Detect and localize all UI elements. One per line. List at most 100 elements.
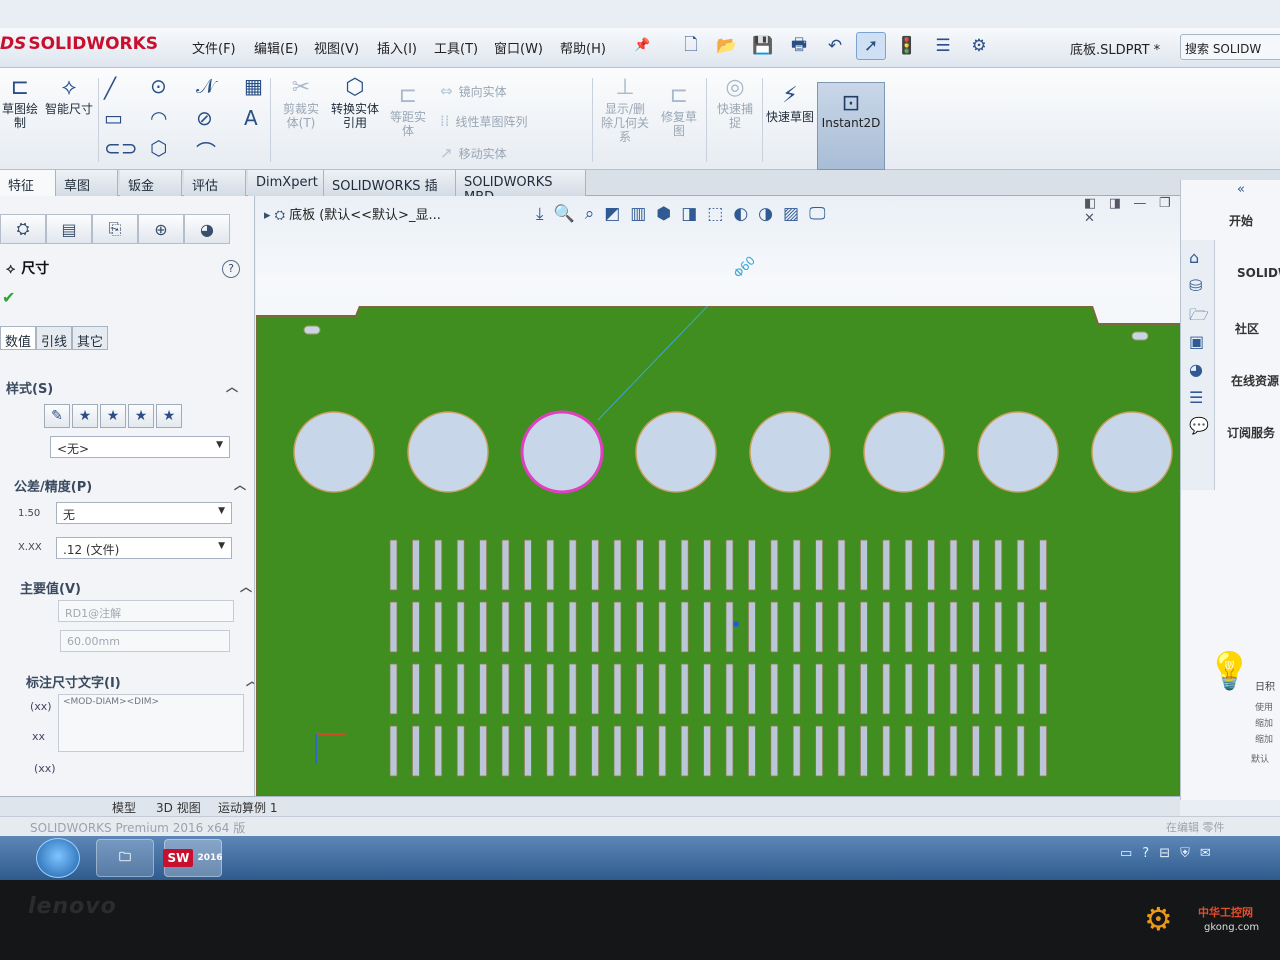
slot[interactable] bbox=[747, 725, 756, 777]
slot[interactable] bbox=[904, 601, 913, 653]
slot[interactable] bbox=[860, 539, 868, 591]
slot[interactable] bbox=[770, 539, 779, 591]
select-cursor-icon[interactable]: ➚ bbox=[856, 32, 886, 60]
slot[interactable] bbox=[591, 663, 600, 715]
slot[interactable] bbox=[546, 539, 555, 591]
display-manager-icon[interactable]: ◕ bbox=[184, 214, 230, 244]
new-file-icon[interactable]: 🗋 bbox=[676, 32, 706, 60]
slot[interactable] bbox=[479, 539, 488, 591]
graphics-area[interactable]: ▸ ⛭ 底板 (默认<<默认>_显... ⤓ 🔍 ⌕ ◩ ▥ ⬢ ◨ ⬚ ◐ ◑ … bbox=[256, 196, 1180, 796]
sketch-button[interactable]: ⊏ 草图绘制 bbox=[0, 74, 40, 130]
dynamic-annotation-icon[interactable]: ▥ bbox=[630, 204, 646, 224]
slot[interactable] bbox=[815, 601, 823, 653]
slot[interactable] bbox=[837, 663, 846, 715]
style-select[interactable]: <无> ▼ bbox=[50, 436, 230, 458]
slot[interactable] bbox=[635, 539, 644, 591]
feature-tree-icon[interactable]: ⛭ bbox=[0, 214, 46, 244]
dimension-name-field[interactable]: RD1@注解 bbox=[58, 600, 234, 622]
menu-file[interactable]: 文件(F) bbox=[192, 38, 236, 57]
slot[interactable] bbox=[434, 539, 443, 591]
linear-pattern-button[interactable]: ⁞⁞ 线性草图阵列 bbox=[440, 112, 528, 130]
slot[interactable] bbox=[591, 539, 600, 591]
hole[interactable] bbox=[407, 411, 489, 493]
repair-sketch-button[interactable]: ⊏ 修复草图 bbox=[656, 82, 702, 138]
tab-dimxpert[interactable]: DimXpert bbox=[248, 170, 324, 196]
slot[interactable] bbox=[770, 601, 779, 653]
tile-left-icon[interactable]: ◧ bbox=[1084, 196, 1096, 211]
slot[interactable] bbox=[523, 725, 532, 777]
slot[interactable] bbox=[1039, 601, 1047, 653]
slot[interactable] bbox=[613, 539, 622, 591]
collapse-pane-icon[interactable]: « bbox=[1237, 182, 1245, 197]
slot[interactable] bbox=[860, 601, 868, 653]
slot[interactable] bbox=[904, 539, 913, 591]
slot[interactable] bbox=[927, 725, 935, 777]
dimension-label[interactable]: Φ60 bbox=[731, 253, 758, 280]
design-library-icon[interactable]: ⛁ bbox=[1189, 276, 1202, 295]
center-dimension-icon[interactable]: xx bbox=[32, 730, 45, 743]
dimxpert-icon[interactable]: ⊕ bbox=[138, 214, 184, 244]
slot[interactable] bbox=[747, 539, 756, 591]
slot[interactable] bbox=[949, 663, 958, 715]
slot[interactable] bbox=[972, 663, 980, 715]
forum-icon[interactable]: 💬 bbox=[1189, 416, 1209, 435]
slot[interactable] bbox=[725, 725, 734, 777]
slot[interactable] bbox=[972, 725, 980, 777]
slot[interactable] bbox=[1039, 539, 1047, 591]
slot[interactable] bbox=[411, 539, 420, 591]
property-manager-icon[interactable]: ▤ bbox=[46, 214, 92, 244]
slot[interactable] bbox=[882, 539, 891, 591]
collapse-chevron-icon[interactable]: ︿ bbox=[246, 672, 254, 689]
spline-icon[interactable]: 𝒩 bbox=[196, 74, 215, 98]
slot[interactable] bbox=[815, 725, 823, 777]
slot[interactable] bbox=[703, 663, 712, 715]
slot[interactable] bbox=[972, 539, 980, 591]
security-shield-icon[interactable]: ⛨ bbox=[1180, 846, 1190, 861]
slot[interactable] bbox=[680, 725, 689, 777]
slot[interactable] bbox=[860, 663, 868, 715]
options-gear-icon[interactable]: ⚙ bbox=[964, 32, 994, 60]
open-file-icon[interactable]: 📂 bbox=[712, 32, 742, 60]
slot[interactable] bbox=[860, 725, 868, 777]
slot[interactable] bbox=[1039, 663, 1047, 715]
circle-icon[interactable]: ⊙ bbox=[150, 74, 167, 98]
hole[interactable] bbox=[1091, 411, 1173, 493]
task-item-community[interactable]: 社区 bbox=[1235, 320, 1259, 337]
slot[interactable] bbox=[882, 663, 891, 715]
help-icon[interactable]: ? bbox=[222, 260, 240, 278]
dimension-value-field[interactable]: 60.00mm bbox=[60, 630, 230, 652]
close-icon[interactable]: ✕ bbox=[1084, 211, 1095, 226]
rapid-sketch-button[interactable]: ⚡ 快速草图 bbox=[766, 82, 814, 124]
slot[interactable] bbox=[635, 725, 644, 777]
slot[interactable] bbox=[882, 725, 891, 777]
quick-snaps-button[interactable]: ◎ 快速捕捉 bbox=[712, 74, 758, 130]
style-group-header[interactable]: 样式(S) ︿ bbox=[6, 378, 246, 398]
tolerance-type-select[interactable]: 无 ▼ bbox=[56, 502, 232, 524]
view-palette-icon[interactable]: ▣ bbox=[1189, 332, 1204, 351]
slot[interactable] bbox=[523, 601, 532, 653]
rebuild-icon[interactable]: 🚦 bbox=[892, 32, 922, 60]
slot[interactable] bbox=[703, 539, 712, 591]
slot[interactable] bbox=[523, 539, 532, 591]
slot[interactable] bbox=[479, 663, 488, 715]
task-item-subscription[interactable]: 订阅服务 bbox=[1227, 424, 1275, 441]
hole[interactable] bbox=[863, 411, 945, 493]
hide-show-icon[interactable]: ⬚ bbox=[707, 204, 723, 224]
polygon-icon[interactable]: ⊘ bbox=[196, 106, 213, 130]
add-parentheses-icon[interactable]: (xx) bbox=[30, 700, 52, 713]
slot[interactable] bbox=[703, 725, 712, 777]
hole[interactable] bbox=[293, 411, 375, 493]
tab-model[interactable]: 模型 bbox=[112, 799, 136, 816]
slot[interactable] bbox=[479, 601, 488, 653]
slot[interactable] bbox=[389, 539, 398, 591]
feature-tree-flyout[interactable]: ▸ ⛭ 底板 (默认<<默认>_显... bbox=[264, 204, 441, 223]
slot[interactable] bbox=[837, 601, 846, 653]
slot[interactable] bbox=[837, 539, 846, 591]
slot[interactable] bbox=[792, 601, 801, 653]
slot[interactable] bbox=[949, 539, 958, 591]
slot[interactable] bbox=[613, 663, 622, 715]
slot[interactable] bbox=[434, 725, 443, 777]
tab-motion-study[interactable]: 运动算例 1 bbox=[218, 799, 277, 816]
slot[interactable] bbox=[501, 663, 510, 715]
slot[interactable] bbox=[837, 725, 846, 777]
